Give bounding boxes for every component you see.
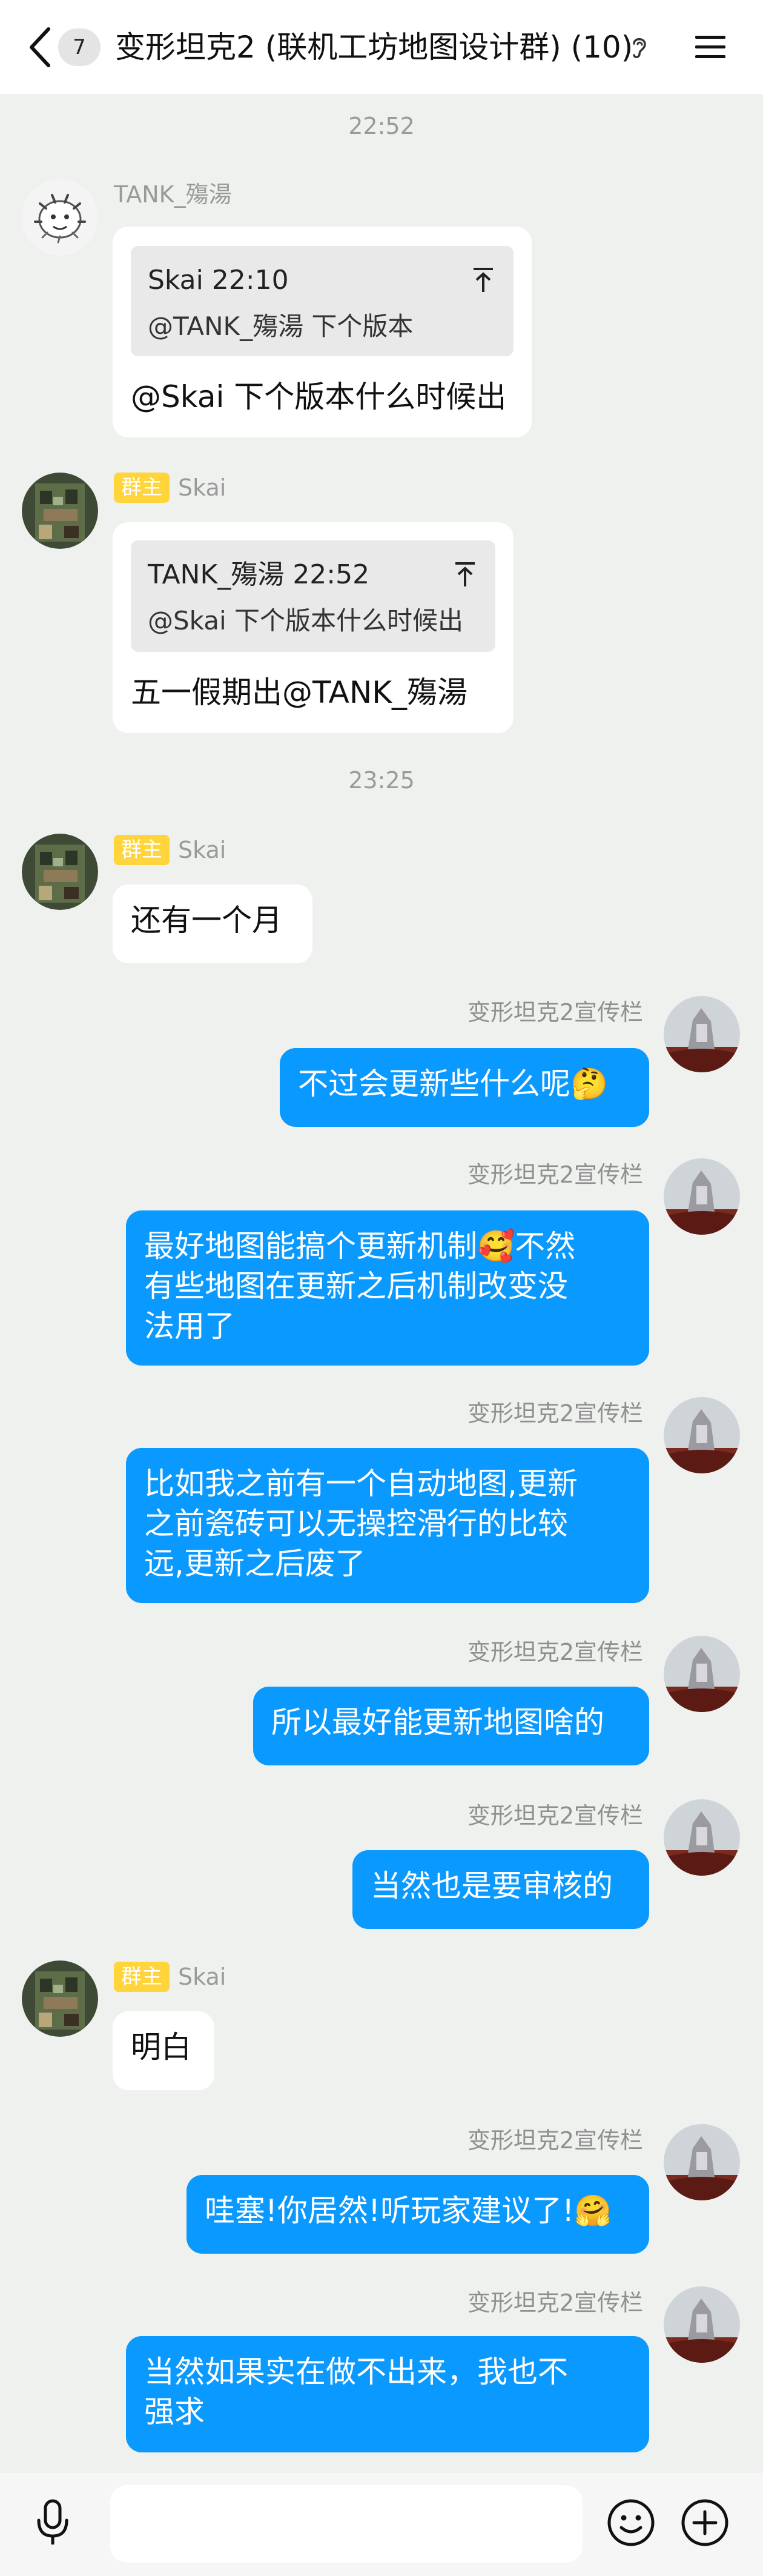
message-bubble[interactable]: 明白 [113, 2011, 214, 2090]
avatar[interactable] [22, 179, 98, 256]
message-bubble[interactable]: 不过会更新些什么呢🤔 [280, 1048, 649, 1127]
plus-icon[interactable] [679, 2497, 730, 2548]
sender-name: 变形坦克2宣传栏 [467, 1400, 643, 1427]
emoji-icon[interactable] [606, 2497, 656, 2548]
sender-name: 变形坦克2宣传栏 [467, 999, 643, 1026]
message-text: 当然也是要审核的 [371, 1868, 613, 1904]
mic-icon[interactable] [35, 2498, 70, 2547]
sender-line: 群主 Skai [114, 1962, 226, 1992]
self-avatar[interactable] [664, 1799, 740, 1876]
message-text: 哇塞!你居然!听玩家建议了!🤗 [205, 2193, 612, 2228]
message-input[interactable] [110, 2485, 583, 2563]
message-bubble[interactable]: 当然如果实在做不出来，我也不 强求 [126, 2336, 649, 2452]
quote-header: Skai 22:10 [148, 265, 289, 296]
avatar[interactable] [22, 473, 98, 549]
message-line: 法用了 [144, 1309, 235, 1344]
owner-tag: 群主 [114, 1962, 170, 1992]
message-line: 当然如果实在做不出来，我也不 [144, 2354, 568, 2389]
sender-name: TANK_殤湯 [114, 181, 232, 208]
message-line: 比如我之前有一个自动地图,更新 [144, 1466, 578, 1501]
sender-name: 变形坦克2宣传栏 [467, 1639, 643, 1665]
avatar[interactable] [22, 834, 98, 910]
self-avatar[interactable] [664, 1636, 740, 1712]
sender-name: Skai [178, 837, 226, 863]
message-bubble[interactable]: 最好地图能搞个更新机制🥰不然 有些地图在更新之后机制改变没 法用了 [126, 1210, 649, 1366]
sender-name: Skai [178, 474, 226, 501]
chat-screen: 7 变形坦克2 (联机工坊地图设计群) (10) 22:52 TANK_殤湯 S… [0, 0, 763, 2576]
message-bubble[interactable]: TANK_殤湯 22:52 @Skai 下个版本什么时候出 五一假期出@TANK… [113, 522, 514, 733]
self-avatar[interactable] [664, 2124, 740, 2200]
avatar[interactable] [22, 1960, 98, 2037]
message-text: 五一假期出@TANK_殤湯 [131, 675, 468, 710]
message-text: 明白 [131, 2030, 191, 2065]
message-text: 不过会更新些什么呢🤔 [298, 1066, 609, 1101]
owner-tag: 群主 [114, 835, 170, 865]
sender-name: 变形坦克2宣传栏 [467, 2289, 643, 2316]
sender-name: Skai [178, 1964, 226, 1990]
message-bubble[interactable]: 哇塞!你居然!听玩家建议了!🤗 [187, 2175, 649, 2254]
message-line: 之前瓷砖可以无操控滑行的比较 [144, 1506, 568, 1541]
message-text: @Skai 下个版本什么时候出 [131, 379, 507, 414]
message-line: 最好地图能搞个更新机制🥰不然 [144, 1229, 576, 1264]
menu-icon[interactable] [694, 34, 727, 61]
chat-title[interactable]: 变形坦克2 (联机工坊地图设计群) (10) [115, 28, 636, 67]
self-avatar[interactable] [664, 1158, 740, 1235]
message-bubble[interactable]: Skai 22:10 @TANK_殤湯 下个版本 @Skai 下个版本什么时候出 [113, 227, 532, 437]
sender-name: 变形坦克2宣传栏 [467, 1161, 643, 1188]
jump-to-quote-icon[interactable] [471, 267, 495, 293]
unread-badge[interactable]: 7 [58, 28, 101, 66]
message-text: 所以最好能更新地图啥的 [271, 1705, 604, 1740]
jump-to-quote-icon[interactable] [453, 561, 477, 588]
quote-text: @Skai 下个版本什么时候出 [148, 606, 464, 636]
message-line: 强求 [144, 2394, 205, 2429]
message-line: 远,更新之后废了 [144, 1546, 366, 1581]
self-avatar[interactable] [664, 1397, 740, 1473]
self-avatar[interactable] [664, 996, 740, 1072]
timestamp: 22:52 [348, 113, 415, 139]
chat-header: 7 变形坦克2 (联机工坊地图设计群) (10) [0, 0, 763, 94]
input-bar [0, 2473, 763, 2576]
quoted-message[interactable]: Skai 22:10 @TANK_殤湯 下个版本 [131, 246, 514, 356]
sender-line: 群主 Skai [114, 473, 226, 503]
message-text: 还有一个月 [131, 903, 282, 938]
ear-icon [633, 38, 646, 58]
quote-header: TANK_殤湯 22:52 [148, 559, 370, 590]
self-avatar[interactable] [664, 2286, 740, 2363]
quoted-message[interactable]: TANK_殤湯 22:52 @Skai 下个版本什么时候出 [131, 540, 495, 652]
message-bubble[interactable]: 比如我之前有一个自动地图,更新 之前瓷砖可以无操控滑行的比较 远,更新之后废了 [126, 1448, 649, 1603]
timestamp: 23:25 [348, 767, 415, 794]
quote-text: @TANK_殤湯 下个版本 [148, 311, 414, 341]
back-arrow-icon[interactable] [27, 25, 54, 69]
sender-name: 变形坦克2宣传栏 [467, 1802, 643, 1829]
sender-line: TANK_殤湯 [114, 179, 232, 210]
message-line: 有些地图在更新之后机制改变没 [144, 1269, 568, 1304]
message-bubble[interactable]: 还有一个月 [113, 885, 312, 963]
owner-tag: 群主 [114, 473, 170, 503]
message-bubble[interactable]: 当然也是要审核的 [352, 1850, 649, 1929]
message-bubble[interactable]: 所以最好能更新地图啥的 [253, 1687, 649, 1765]
sender-name: 变形坦克2宣传栏 [467, 2127, 643, 2154]
sender-line: 群主 Skai [114, 835, 226, 865]
